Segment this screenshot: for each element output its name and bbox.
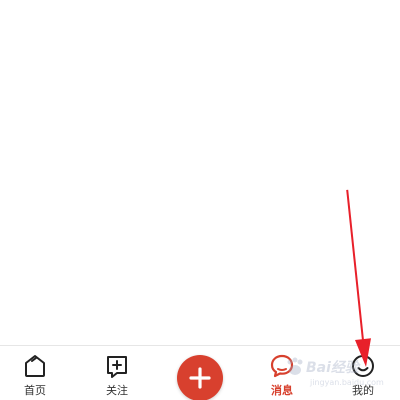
tab-follow[interactable]: 关注 [87,346,147,400]
message-bubble-icon [270,354,294,378]
home-icon [25,355,45,377]
tab-home[interactable]: 首页 [5,346,65,400]
tab-messages-label: 消息 [271,384,293,397]
content-area [0,0,400,345]
tab-home-label: 首页 [24,384,46,397]
publish-button[interactable] [177,355,223,400]
follow-add-icon [107,356,127,378]
tab-mine-label: 我的 [352,384,374,397]
app-screen: 首页 关注 消息 我的 Bai经验 jingyan.baidu.com [0,0,400,400]
tab-mine[interactable]: 我的 [333,346,393,400]
smiley-profile-icon [352,355,374,377]
plus-icon [189,367,211,389]
tab-messages[interactable]: 消息 [252,346,312,400]
tab-follow-label: 关注 [106,384,128,397]
